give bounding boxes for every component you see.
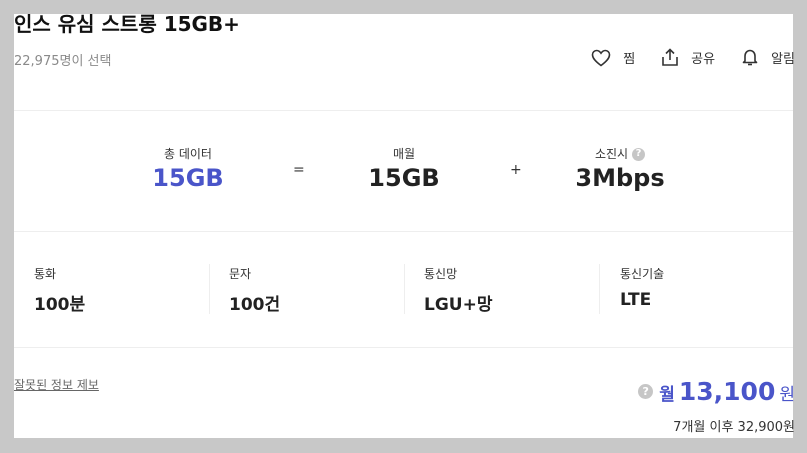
bell-icon (741, 48, 759, 67)
throttle-speed: 소진시 ? 3Mbps (550, 146, 690, 192)
share-icon (661, 48, 679, 67)
plan-card: 인스 유심 스트롱 15GB+ 22,975명이 선택 찜 공유 알림 총 데이… (14, 12, 795, 438)
report-error-link[interactable]: 잘못된 정보 제보 (14, 376, 99, 393)
spec-divider (404, 264, 405, 314)
spec-divider (599, 264, 600, 314)
notify-button[interactable]: 알림 (741, 48, 795, 67)
spec-network: 통신망 LGU+망 (424, 265, 493, 315)
divider (14, 110, 793, 111)
share-label: 공유 (691, 52, 716, 67)
throttle-label-row: 소진시 ? (550, 146, 690, 162)
monthly-data-value: 15GB (368, 164, 440, 192)
spec-label: 통신기술 (620, 267, 665, 281)
wishlist-button[interactable]: 찜 (591, 48, 635, 67)
spec-label: 통화 (34, 267, 57, 281)
price-help-icon[interactable]: ? (638, 384, 654, 399)
spec-calls: 통화 100분 (34, 265, 86, 315)
plan-title: 인스 유심 스트롱 15GB+ (14, 12, 240, 36)
throttle-value: 3Mbps (575, 164, 665, 192)
help-icon[interactable]: ? (632, 147, 646, 161)
action-bar: 찜 공유 알림 (591, 48, 795, 67)
spec-value: LGU+망 (424, 295, 493, 315)
total-data-value: 15GB (152, 164, 224, 192)
total-data-label: 총 데이터 (164, 147, 212, 161)
notify-label: 알림 (771, 52, 795, 67)
spec-technology: 통신기술 LTE (620, 265, 664, 313)
price-amount: 13,100 (678, 377, 776, 406)
price-unit: 원 (779, 385, 795, 405)
monthly-data-label: 매월 (392, 147, 416, 161)
equals-sign: = (293, 162, 305, 178)
heart-icon (591, 49, 611, 67)
selection-count: 22,975명이 선택 (14, 54, 112, 69)
spec-divider (209, 264, 210, 314)
plus-sign: + (510, 162, 522, 178)
monthly-data: 매월 15GB (334, 146, 474, 192)
spec-value: 100분 (34, 295, 86, 315)
price-after-promo: 7개월 이후 32,900원 (673, 420, 795, 435)
share-button[interactable]: 공유 (661, 48, 715, 67)
price-prefix: 월 (659, 385, 675, 405)
spec-value: 100건 (229, 295, 281, 315)
total-data: 총 데이터 15GB (118, 146, 258, 192)
throttle-label: 소진시 (594, 147, 629, 161)
monthly-price: ? 월 13,100 원 (638, 377, 795, 406)
spec-sms: 문자 100건 (229, 265, 281, 315)
wishlist-label: 찜 (623, 52, 636, 67)
spec-label: 문자 (229, 267, 252, 281)
divider (14, 231, 793, 232)
spec-value: LTE (620, 290, 652, 310)
divider (14, 347, 793, 348)
spec-label: 통신망 (424, 267, 458, 281)
